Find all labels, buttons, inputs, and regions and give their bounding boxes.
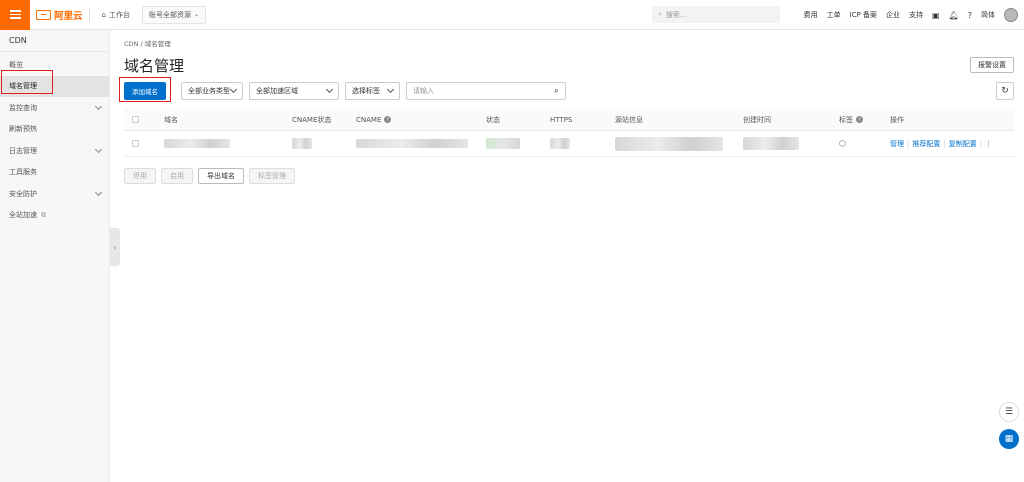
row-actions: 管理 | 推荐配置 | 复制配置 | ⋮ bbox=[890, 131, 992, 156]
chevron-down-icon bbox=[94, 145, 103, 153]
domain-search-input[interactable]: 请输入 ⌕ bbox=[406, 82, 566, 100]
chevron-down-icon bbox=[229, 85, 238, 94]
language-select[interactable]: 简体 bbox=[981, 10, 995, 20]
apps-button[interactable]: ▦ bbox=[999, 429, 1019, 449]
menu-icon[interactable] bbox=[0, 0, 30, 30]
top-link-tickets[interactable]: 工单 bbox=[827, 10, 841, 20]
redacted-created-time bbox=[743, 137, 799, 150]
col-origin: 源站信息 bbox=[615, 115, 643, 124]
top-link-fees[interactable]: 费用 bbox=[804, 10, 818, 20]
home-icon: ⌂ bbox=[101, 10, 106, 19]
top-link-icp[interactable]: ICP 备案 bbox=[850, 10, 877, 20]
page-title: 域名管理 bbox=[124, 57, 185, 75]
main-content: CDN / 域名管理 域名管理 报警设置 添加域名 全部业务类型 全部加速区域 … bbox=[118, 30, 1024, 482]
sidebar-item-tools[interactable]: 工具服务 bbox=[0, 162, 109, 184]
disable-button[interactable]: 停用 bbox=[124, 168, 156, 184]
chevron-down-icon bbox=[325, 85, 334, 94]
enable-button[interactable]: 启用 bbox=[161, 168, 193, 184]
alarm-settings-button[interactable]: 报警设置 bbox=[970, 57, 1014, 73]
tag-icon[interactable]: ⬡ bbox=[839, 139, 846, 148]
col-status: 状态 bbox=[486, 115, 500, 124]
top-link-enterprise[interactable]: 企业 bbox=[886, 10, 900, 20]
top-link-support[interactable]: 支持 bbox=[909, 10, 923, 20]
redacted-cname bbox=[356, 139, 468, 148]
search-icon: ⌕ bbox=[658, 10, 662, 18]
redacted-domain[interactable] bbox=[164, 139, 230, 148]
sidebar-item-logs[interactable]: 日志管理 bbox=[0, 140, 109, 162]
redacted-https bbox=[550, 138, 570, 149]
chevron-down-icon bbox=[94, 188, 103, 196]
aliyun-logo-icon bbox=[36, 9, 51, 20]
sidebar: CDN 概览 域名管理 监控查询 刷新预热 日志管理 工具服务 安全防护 全站加… bbox=[0, 30, 110, 482]
select-all-checkbox[interactable] bbox=[132, 116, 139, 123]
col-cname: CNAME? bbox=[356, 109, 392, 130]
redacted-status bbox=[486, 138, 520, 149]
tag-select[interactable]: 选择标签 bbox=[345, 82, 400, 100]
external-link-icon: ⧉ bbox=[41, 210, 46, 219]
account-scope-select[interactable]: 账号全部资源 ⌄ bbox=[141, 5, 206, 24]
sidebar-item-refresh-preload[interactable]: 刷新预热 bbox=[0, 119, 109, 141]
table-row: ⬡ 管理 | 推荐配置 | 复制配置 | ⋮ bbox=[124, 131, 1014, 157]
divider: | bbox=[979, 139, 983, 148]
region-select[interactable]: 全部加速区域 bbox=[249, 82, 339, 100]
top-links: 费用 工单 ICP 备案 企业 支持 ▣ 🔔︎ ? 简体 bbox=[804, 0, 1018, 30]
more-icon[interactable]: ⋮ bbox=[985, 140, 992, 148]
message-icon[interactable]: ▣ bbox=[932, 11, 940, 20]
divider bbox=[88, 7, 90, 22]
chevron-down-icon bbox=[386, 85, 395, 94]
divider: | bbox=[907, 139, 910, 148]
redacted-cname-status bbox=[292, 138, 312, 149]
manage-link[interactable]: 管理 bbox=[890, 139, 904, 149]
highlight-box-sidebar bbox=[1, 70, 53, 94]
refresh-icon: ↻ bbox=[1001, 86, 1009, 96]
apps-grid-icon: ▦ bbox=[1004, 434, 1014, 444]
sidebar-title: CDN bbox=[0, 30, 109, 52]
chevron-down-icon bbox=[94, 102, 103, 110]
col-tags: 标签? bbox=[839, 109, 863, 130]
workbench-button[interactable]: ⌂ 工作台 bbox=[96, 6, 136, 24]
refresh-button[interactable]: ↻ bbox=[996, 82, 1014, 100]
divider: | bbox=[943, 139, 946, 148]
bulk-actions: 停用 启用 导出域名 标签管理 bbox=[124, 168, 295, 184]
help-icon[interactable]: ? bbox=[384, 116, 392, 123]
chat-button[interactable]: ☰ bbox=[999, 402, 1019, 422]
col-actions: 操作 bbox=[890, 115, 904, 124]
copy-config-link[interactable]: 复制配置 bbox=[949, 139, 977, 149]
help-icon[interactable]: ? bbox=[968, 11, 972, 20]
col-https: HTTPS bbox=[550, 115, 573, 124]
col-domain: 域名 bbox=[164, 115, 178, 124]
chevron-left-icon: ‹ bbox=[113, 242, 117, 252]
chat-icon: ☰ bbox=[1004, 407, 1014, 417]
sidebar-item-monitoring[interactable]: 监控查询 bbox=[0, 97, 109, 119]
export-domains-button[interactable]: 导出域名 bbox=[198, 168, 244, 184]
business-type-select[interactable]: 全部业务类型 bbox=[181, 82, 243, 100]
avatar[interactable] bbox=[1004, 8, 1018, 22]
breadcrumb: CDN / 域名管理 bbox=[124, 40, 171, 48]
filter-bar: 添加域名 全部业务类型 全部加速区域 选择标签 请输入 ⌕ bbox=[124, 82, 566, 100]
recommended-config-link[interactable]: 推荐配置 bbox=[912, 139, 940, 149]
brand-logo[interactable]: 阿里云 bbox=[36, 8, 83, 22]
col-cname-status: CNAME状态 bbox=[292, 115, 332, 124]
row-checkbox[interactable] bbox=[132, 140, 139, 147]
global-search-input[interactable]: ⌕ 搜索... bbox=[652, 6, 780, 23]
sidebar-item-dcdn[interactable]: 全站加速 ⧉ bbox=[0, 205, 109, 227]
col-created: 创建时间 bbox=[743, 115, 771, 124]
chevron-down-icon: ⌄ bbox=[193, 11, 199, 18]
search-icon: ⌕ bbox=[553, 86, 559, 96]
domain-table: 域名 CNAME状态 CNAME? 状态 HTTPS 源站信息 创建时间 标签?… bbox=[124, 109, 1014, 157]
sidebar-item-security[interactable]: 安全防护 bbox=[0, 183, 109, 205]
table-header: 域名 CNAME状态 CNAME? 状态 HTTPS 源站信息 创建时间 标签?… bbox=[124, 109, 1014, 131]
bell-icon[interactable]: 🔔︎ bbox=[949, 11, 959, 20]
help-icon[interactable]: ? bbox=[856, 116, 863, 123]
highlight-box-add-domain bbox=[119, 77, 171, 102]
redacted-origin bbox=[615, 136, 723, 151]
tag-management-button[interactable]: 标签管理 bbox=[249, 168, 295, 184]
